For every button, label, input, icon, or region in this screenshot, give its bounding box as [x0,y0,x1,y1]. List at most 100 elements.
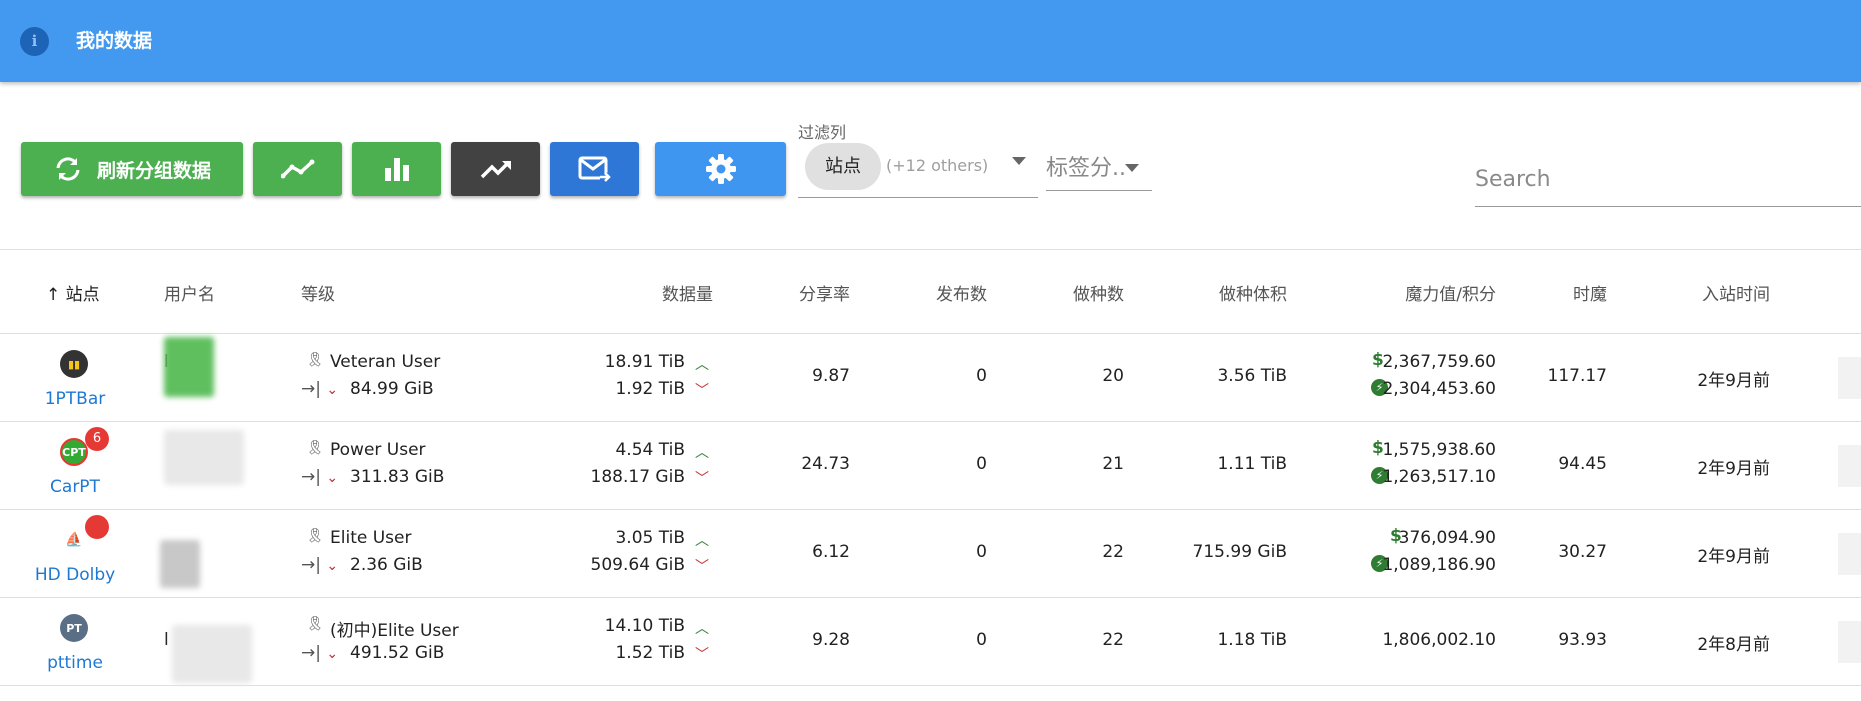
published-count: 0 [976,366,987,386]
published-count: 0 [976,630,987,650]
share-ratio: 24.73 [801,454,850,474]
divider [0,685,1861,686]
next-level-icon: →| ⌄ [301,379,339,399]
share-ratio: 9.87 [812,366,850,386]
refresh-icon [56,157,80,181]
upload-amount: 14.10 TiB [604,616,685,636]
seeding-count: 20 [1102,366,1124,386]
tag-group-select[interactable]: 标签分.. [1046,141,1152,191]
seed-size: 3.56 TiB [1217,366,1287,386]
row-action-placeholder[interactable] [1838,533,1861,575]
column-header-username[interactable]: 用户名 [164,280,215,305]
trend-chart-button[interactable] [451,142,540,196]
seeding-count: 21 [1102,454,1124,474]
upload-amount: 3.05 TiB [615,528,685,548]
divider [0,249,1861,250]
site-logo-icon: ▮▮ [60,350,88,378]
join-time: 2年9月前 [1697,371,1770,391]
next-level-requirement: 84.99 GiB [350,379,434,399]
refresh-group-data-button[interactable]: 刷新分组数据 [21,142,243,196]
redacted-username [164,430,244,485]
medal-icon: 🎗 [306,440,324,456]
join-time: 2年8月前 [1697,635,1770,655]
user-level: Power User [330,440,426,460]
medal-icon: 🎗 [306,352,324,368]
column-header-site[interactable]: ↑ 站点 [46,280,100,305]
next-level-icon: →| ⌄ [301,643,339,663]
settings-button[interactable] [655,142,786,196]
points-value: 1,089,186.90 [1382,555,1496,575]
refresh-button-label: 刷新分组数据 [96,159,211,182]
site-logo-icon: ⛵ [60,526,88,554]
hourly-bonus: 93.93 [1558,630,1607,650]
filter-chip-site[interactable]: 站点 [805,143,881,190]
divider [0,597,1861,598]
column-header-bonus[interactable]: 魔力值/积分 [1316,280,1496,305]
published-count: 0 [976,542,987,562]
line-chart-icon [280,159,314,179]
app-bar: i 我的数据 [0,0,1861,82]
row-action-placeholder[interactable] [1838,357,1861,399]
column-header-site-label: 站点 [65,285,100,305]
join-time: 2年9月前 [1697,547,1770,567]
user-level: Veteran User [330,352,441,372]
line-chart-button[interactable] [253,142,342,196]
info-icon[interactable]: i [20,27,49,56]
column-header-ratio[interactable]: 分享率 [750,280,850,305]
download-amount: 1.52 TiB [615,643,685,663]
page-title: 我的数据 [76,30,153,52]
seeding-count: 22 [1102,630,1124,650]
mail-forward-icon [578,156,612,182]
bonus-value: 2,367,759.60 [1382,352,1496,372]
column-header-seed-size[interactable]: 做种体积 [1187,280,1287,305]
column-header-data[interactable]: 数据量 [613,280,713,305]
gear-icon [705,154,736,184]
search-input[interactable]: Search [1475,150,1861,207]
column-header-level[interactable]: 等级 [301,280,335,305]
site-link[interactable]: 1PTBar [0,389,150,409]
bar-chart-button[interactable] [352,142,441,196]
user-level: Elite User [330,528,412,548]
join-time: 2年9月前 [1697,459,1770,479]
chevron-down-icon[interactable] [1125,164,1139,172]
download-arrow-icon: ﹀ [695,647,709,663]
divider [0,333,1861,334]
site-link[interactable]: pttime [0,653,150,673]
site-logo-icon: PT [60,614,88,642]
filter-columns-select[interactable]: 站点 (+12 others) [798,141,1038,198]
bonus-value: 1,575,938.60 [1382,440,1496,460]
notification-dot [85,515,109,539]
share-ratio: 9.28 [812,630,850,650]
filter-columns-caption: 过滤列 [798,123,847,142]
seeding-count: 22 [1102,542,1124,562]
points-value: 1,806,002.10 [1382,630,1496,650]
tag-group-placeholder: 标签分.. [1046,156,1126,181]
seed-size: 1.18 TiB [1217,630,1287,650]
bar-chart-icon [384,158,409,181]
bonus-value: 376,094.90 [1398,528,1496,548]
unread-badge: 6 [85,427,109,451]
sort-arrow-icon: ↑ [46,285,61,305]
seed-size: 715.99 GiB [1192,542,1287,562]
search-placeholder: Search [1475,167,1551,192]
seed-size: 1.11 TiB [1217,454,1287,474]
download-amount: 509.64 GiB [590,555,685,575]
site-link[interactable]: CarPT [0,477,150,497]
download-arrow-icon: ﹀ [695,383,709,399]
send-message-button[interactable] [550,142,639,196]
download-amount: 188.17 GiB [590,467,685,487]
column-header-published[interactable]: 发布数 [887,280,987,305]
site-link[interactable]: HD Dolby [0,565,150,585]
column-header-hourly[interactable]: 时魔 [1507,280,1607,305]
column-header-joined[interactable]: 入站时间 [1670,280,1770,305]
redacted-username [172,625,252,683]
filter-more-count: (+12 others) [886,156,989,175]
divider [0,509,1861,510]
user-level: (初中)Elite User [330,621,459,641]
chevron-down-icon[interactable] [1012,157,1026,165]
row-action-placeholder[interactable] [1838,445,1861,487]
row-action-placeholder[interactable] [1838,621,1861,663]
site-logo-icon: CPT [60,438,88,466]
next-level-requirement: 491.52 GiB [350,643,445,663]
column-header-seeding[interactable]: 做种数 [1024,280,1124,305]
